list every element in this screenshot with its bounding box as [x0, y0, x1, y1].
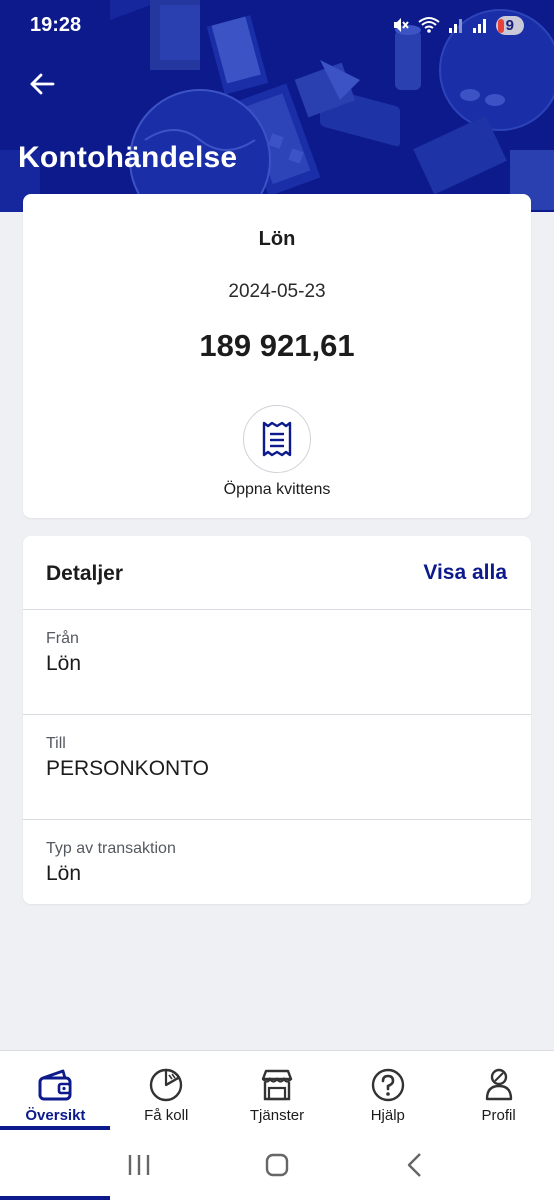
status-bar: 19:28 9 [0, 0, 554, 50]
nav-item-oversikt[interactable]: Översikt [0, 1051, 111, 1131]
nav-item-profil[interactable]: Profil [443, 1051, 554, 1131]
receipt-icon [262, 421, 292, 457]
store-icon [261, 1069, 293, 1101]
transaction-date: 2024-05-23 [228, 281, 326, 302]
nav-label: Översikt [25, 1107, 86, 1124]
system-navigation-bar [0, 1130, 554, 1200]
active-tab-indicator [0, 1196, 110, 1200]
arrow-left-icon [30, 73, 55, 95]
nav-label: Få koll [144, 1107, 189, 1124]
detail-value: PERSONKONTO [46, 757, 209, 780]
nav-label: Profil [481, 1107, 516, 1124]
detail-value: Lön [46, 652, 82, 675]
home-button[interactable] [247, 1135, 307, 1195]
transaction-summary-card: Lön 2024-05-23 189 921,61 Öppna kvittens [23, 194, 531, 518]
detail-label: Från [46, 630, 79, 647]
transaction-amount: 189 921,61 [199, 328, 355, 363]
signal-icon-2 [472, 19, 486, 33]
details-title: Detaljer [46, 562, 124, 585]
recent-apps-button[interactable] [109, 1135, 169, 1195]
nav-label: Hjälp [370, 1107, 405, 1124]
detail-row-from: Från Lön [23, 610, 531, 715]
status-time: 19:28 [30, 13, 82, 36]
nav-label: Tjänster [249, 1107, 305, 1124]
wallet-icon [38, 1069, 72, 1101]
wifi-icon [418, 17, 440, 33]
nav-item-hjalp[interactable]: Hjälp [332, 1051, 443, 1131]
transaction-title: Lön [258, 228, 296, 250]
signal-icon [448, 19, 462, 33]
bottom-navigation: Översikt Få koll Tjänster Hjälp Profil [0, 1050, 554, 1130]
open-receipt-button[interactable] [243, 405, 311, 473]
battery-icon: 9 [495, 15, 524, 35]
show-all-link[interactable]: Visa alla [423, 561, 507, 585]
mute-icon [393, 18, 409, 32]
details-card: Detaljer Visa alla Från Lön Till PERSONK… [23, 536, 531, 904]
pie-chart-icon [149, 1068, 183, 1102]
open-receipt-label: Öppna kvittens [223, 481, 331, 498]
header: 19:28 9 Kontohändelse [0, 0, 554, 212]
home-icon [265, 1153, 289, 1177]
profile-icon [485, 1068, 512, 1101]
detail-row-transaction-type: Typ av transaktion Lön [23, 820, 531, 925]
detail-label: Typ av transaktion [46, 840, 176, 857]
detail-row-to: Till PERSONKONTO [23, 715, 531, 820]
help-icon [371, 1068, 404, 1102]
recent-apps-icon [128, 1155, 150, 1175]
back-button[interactable] [24, 66, 60, 102]
nav-item-fa-koll[interactable]: Få koll [111, 1051, 222, 1131]
chevron-left-icon [407, 1153, 421, 1177]
nav-item-tjanster[interactable]: Tjänster [222, 1051, 333, 1131]
status-icons: 9 [392, 15, 524, 35]
detail-value: Lön [46, 862, 82, 885]
details-header: Detaljer Visa alla [23, 536, 531, 610]
page-title: Kontohändelse [18, 141, 238, 174]
detail-label: Till [46, 735, 66, 752]
system-back-button[interactable] [385, 1135, 445, 1195]
